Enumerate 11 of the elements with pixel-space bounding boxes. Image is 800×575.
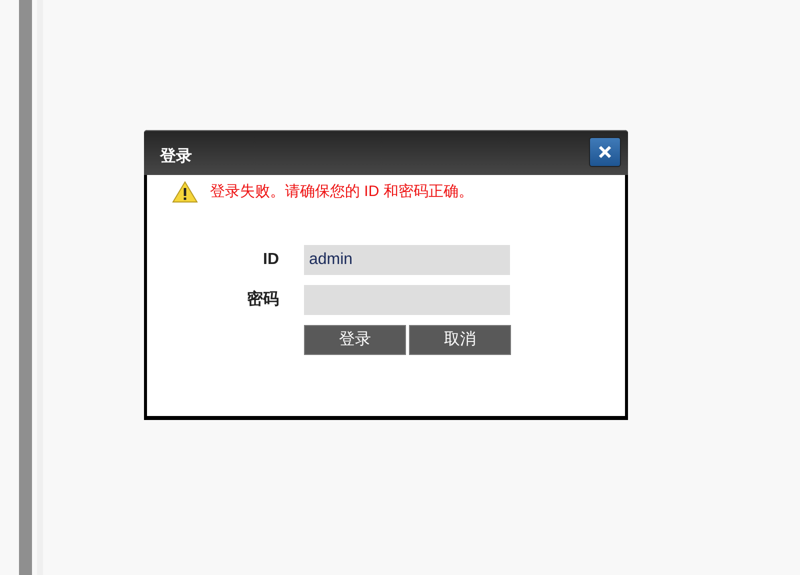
- input-field[interactable]: [304, 284, 510, 314]
- close-button[interactable]: [589, 137, 621, 167]
- error-message: 登录失败。请确保您的 ID 和密码正确。: [210, 182, 474, 202]
- close-icon: [598, 145, 612, 159]
- login-button[interactable]: 登录: [304, 324, 406, 354]
- cancel-button[interactable]: 取消: [409, 324, 511, 354]
- field-label: 密码: [246, 289, 279, 310]
- input-field[interactable]: admin: [304, 244, 510, 274]
- warning-icon: [172, 181, 198, 204]
- field-label: ID: [262, 250, 279, 270]
- dialog-title: 登录: [160, 146, 192, 167]
